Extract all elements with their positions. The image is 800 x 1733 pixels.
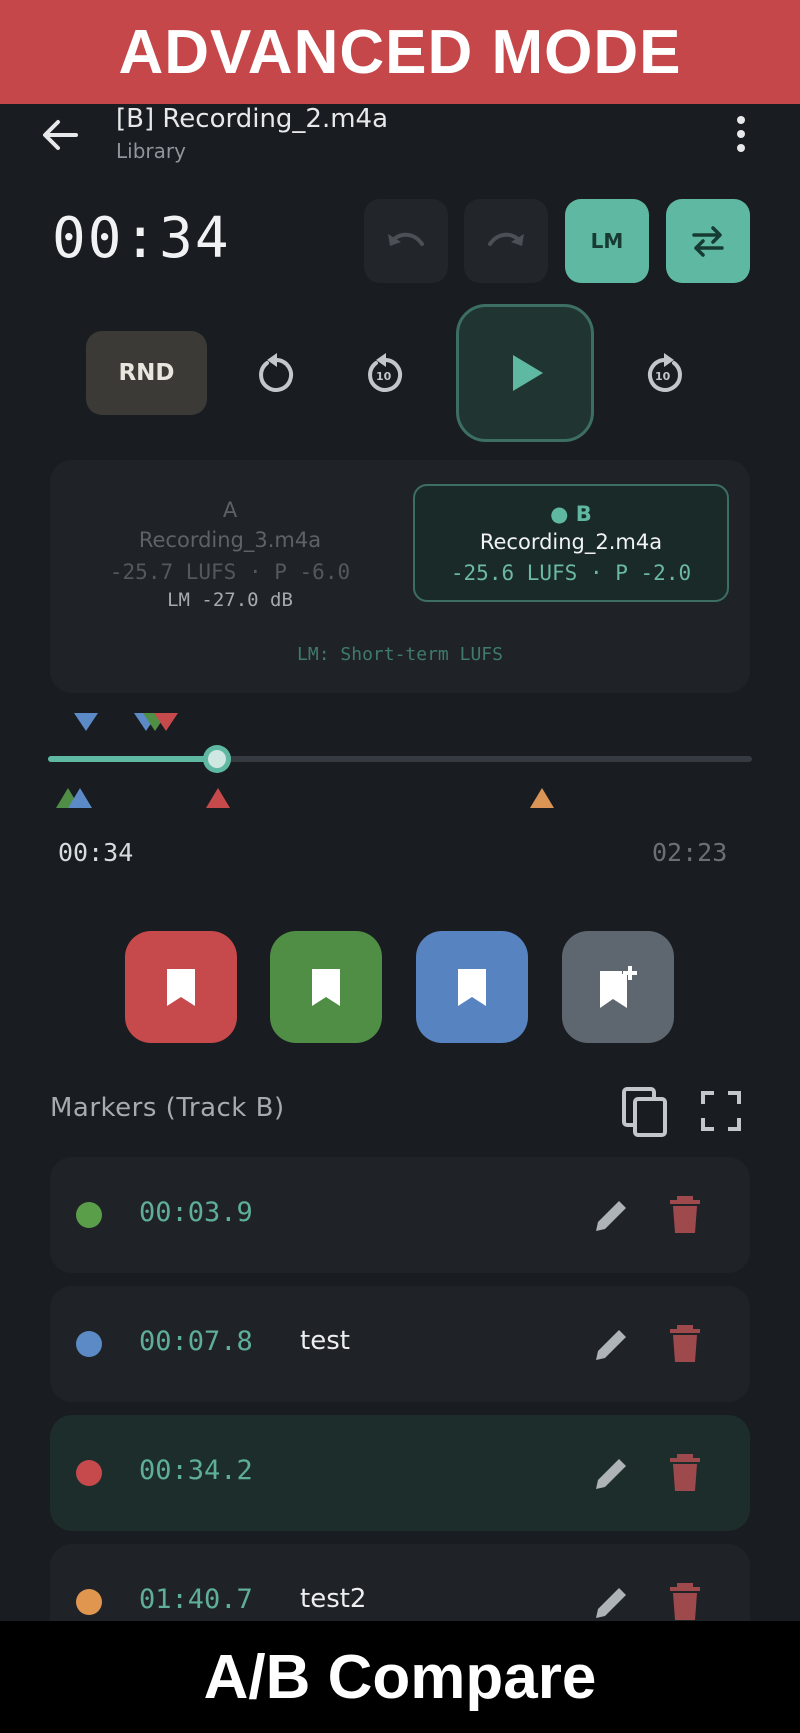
track-a-lm: LM -27.0 dB <box>167 589 293 611</box>
seek-thumb-center <box>208 750 226 768</box>
marker-time: 01:40.7 <box>139 1584 253 1615</box>
bookmark-icon <box>458 969 486 1006</box>
add-custom-marker-button[interactable] <box>562 931 674 1043</box>
seek-bar[interactable] <box>48 700 752 810</box>
file-title: [B] Recording_2.m4a <box>116 104 389 134</box>
undo-button[interactable] <box>364 199 448 283</box>
play-icon <box>513 355 543 391</box>
redo-button[interactable] <box>464 199 548 283</box>
track-a-card[interactable]: A Recording_3.m4a -25.7 LUFS · P -6.0 LM… <box>50 498 410 611</box>
edit-icon[interactable] <box>592 1582 632 1622</box>
trash-icon[interactable] <box>667 1582 703 1622</box>
current-time: 00:34 <box>58 838 134 867</box>
marker-row-selected[interactable]: 00:34.2 <box>50 1415 750 1531</box>
marker-time: 00:34.2 <box>139 1455 253 1486</box>
rewind-seconds-label: 10 <box>376 370 392 383</box>
bookmark-icon <box>312 969 340 1006</box>
edit-icon[interactable] <box>592 1324 632 1364</box>
loudness-match-button[interactable]: LM <box>565 199 649 283</box>
marker-triangle-b-orange <box>530 788 554 808</box>
track-a-name: Recording_3.m4a <box>138 528 322 552</box>
marker-color-dot <box>76 1589 102 1615</box>
marker-row[interactable]: 00:07.8 test <box>50 1286 750 1402</box>
back-arrow-icon[interactable] <box>38 113 82 157</box>
replay-icon <box>259 353 294 392</box>
marker-row[interactable]: 00:03.9 <box>50 1157 750 1273</box>
add-green-marker-button[interactable] <box>270 931 382 1043</box>
add-red-marker-button[interactable] <box>125 931 237 1043</box>
marker-time: 00:07.8 <box>139 1326 253 1357</box>
marker-color-dot <box>76 1202 102 1228</box>
track-b-name: Recording_2.m4a <box>479 530 663 554</box>
elapsed-timer: 00:34 <box>52 206 231 271</box>
rewind-10-button[interactable]: 10 <box>354 342 418 406</box>
more-options-icon[interactable] <box>726 112 756 156</box>
track-a-letter: A <box>222 498 238 522</box>
edit-icon[interactable] <box>592 1195 632 1235</box>
top-banner: ADVANCED MODE <box>0 0 800 104</box>
marker-color-dot <box>76 1331 102 1357</box>
banner-caption: A/B Compare <box>203 1642 597 1712</box>
forward-10-button[interactable]: 10 <box>632 342 696 406</box>
marker-triangle-b-red <box>206 788 230 808</box>
edit-icon[interactable] <box>592 1453 632 1493</box>
swap-icon <box>692 226 724 257</box>
trash-icon[interactable] <box>667 1453 703 1493</box>
play-button[interactable] <box>456 304 594 442</box>
bookmark-icon <box>167 969 195 1006</box>
trash-icon[interactable] <box>667 1324 703 1364</box>
redo-icon <box>488 232 524 246</box>
file-subtitle: Library <box>116 139 186 163</box>
trash-icon[interactable] <box>667 1195 703 1235</box>
marker-label: test2 <box>300 1584 367 1614</box>
fullscreen-icon[interactable] <box>700 1090 742 1132</box>
undo-icon <box>388 232 424 246</box>
marker-triangle-a-blue <box>74 713 98 731</box>
forward-seconds-label: 10 <box>655 370 671 383</box>
copy-icon[interactable] <box>620 1085 670 1139</box>
bottom-banner: A/B Compare <box>0 1621 800 1733</box>
replay-button[interactable] <box>245 342 309 406</box>
track-b-lufs: -25.6 LUFS · P -2.0 <box>450 561 692 585</box>
lm-note: LM: Short-term LUFS <box>297 644 503 665</box>
swap-tracks-button[interactable] <box>666 199 750 283</box>
track-b-card[interactable]: ● B Recording_2.m4a -25.6 LUFS · P -2.0 <box>413 484 729 602</box>
seek-fill <box>48 756 217 762</box>
track-a-lufs: -25.7 LUFS · P -6.0 <box>109 560 351 584</box>
track-b-letter: ● B <box>550 502 592 526</box>
marker-color-dot <box>76 1460 102 1486</box>
marker-time: 00:03.9 <box>139 1197 253 1228</box>
bookmark-add-icon <box>600 966 637 1008</box>
marker-label: test <box>300 1326 350 1356</box>
banner-title: ADVANCED MODE <box>118 17 682 87</box>
add-blue-marker-button[interactable] <box>416 931 528 1043</box>
random-button[interactable]: RND <box>86 331 207 415</box>
markers-heading: Markers (Track B) <box>50 1093 285 1123</box>
total-time: 02:23 <box>652 838 728 867</box>
